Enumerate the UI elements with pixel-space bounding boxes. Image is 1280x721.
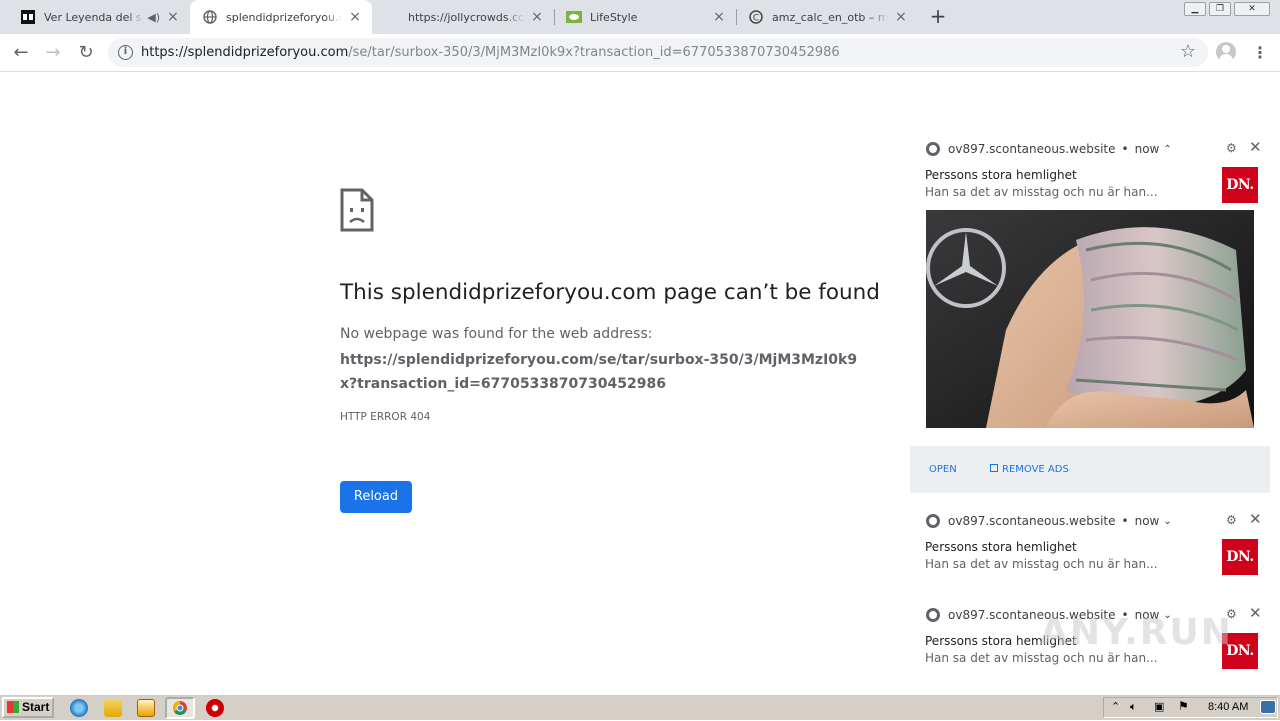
remove-ads-label: REMOVE ADS	[1002, 464, 1069, 475]
tab-ver-leyenda[interactable]: Ver Leyenda del sub ◀︎) ×	[8, 0, 190, 34]
tab-lifestyle[interactable]: LifeStyle ×	[554, 0, 736, 34]
chevron-up-icon[interactable]: ⌃	[1163, 144, 1171, 155]
svg-text:C: C	[753, 14, 759, 24]
notification-origin: ov897.scontaneous.website	[948, 142, 1116, 156]
notification-body: Han sa det av misstag och nu är han...	[925, 557, 1158, 571]
notification-source: ov897.scontaneous.website • now ⌄	[926, 514, 1172, 528]
close-icon[interactable]: ×	[894, 10, 908, 24]
clock[interactable]: 8:40 AM	[1208, 701, 1248, 713]
remove-ads-button[interactable]: REMOVE ADS	[990, 464, 1069, 475]
close-icon[interactable]: ✕	[1249, 138, 1262, 156]
dn-logo: DN.	[1222, 167, 1258, 203]
notification-origin: ov897.scontaneous.website	[948, 514, 1116, 528]
start-label: Start	[22, 700, 50, 714]
tab-splendidprizeforyou[interactable]: splendidprizeforyou.com ×	[190, 0, 372, 34]
chevron-down-icon[interactable]: ⌄	[1163, 516, 1171, 527]
system-tray: ⌃ 🔈︎ ▣ ⚑	[1103, 697, 1278, 718]
info-icon[interactable]: i	[118, 45, 133, 60]
notification-title: Perssons stora hemlighet	[925, 540, 1077, 554]
show-desktop-icon[interactable]	[1260, 700, 1276, 714]
new-tab-button[interactable]: +	[928, 6, 948, 26]
notification-body: Han sa det av misstag och nu är han...	[925, 651, 1158, 665]
volume-icon[interactable]: 🔈︎	[1130, 700, 1137, 714]
url-path: /se/tar/surbox-350/3/MjM3MzI0k9x?transac…	[348, 45, 840, 60]
forward-button[interactable]: →	[42, 42, 64, 64]
url-text[interactable]: https://splendidprizeforyou.com/se/tar/s…	[141, 45, 840, 60]
tab-title: https://jollycrowds.com/	[408, 10, 524, 24]
network-icon[interactable]: ▣	[1154, 700, 1164, 713]
notification-body: Han sa det av misstag och nu är han...	[925, 185, 1158, 199]
error-url: https://splendidprizeforyou.com/se/tar/s…	[340, 352, 858, 392]
action-center-flag-icon[interactable]: ⚑	[1178, 699, 1189, 713]
checkbox-icon	[990, 464, 998, 472]
gear-icon[interactable]: ⚙	[1226, 513, 1237, 527]
notification-source: ov897.scontaneous.website • now ⌃	[926, 142, 1172, 156]
chrome-icon	[926, 142, 940, 156]
tab-amz-calc[interactable]: C amz_calc_en_otb – mysi ×	[736, 0, 918, 34]
chrome-taskbar-button[interactable]	[165, 697, 195, 719]
close-icon[interactable]: ×	[348, 10, 362, 24]
window-close-button[interactable]: ✕	[1234, 2, 1270, 16]
reload-button[interactable]: Reload	[340, 481, 412, 513]
leaf-icon	[566, 9, 582, 25]
tab-title: splendidprizeforyou.com	[226, 10, 342, 24]
windows-flag-icon	[7, 701, 19, 713]
close-icon[interactable]: ✕	[1249, 510, 1262, 528]
error-title: This splendidprizeforyou.com page can’t …	[340, 280, 880, 305]
media-player-icon[interactable]	[137, 699, 155, 717]
close-icon[interactable]: ×	[712, 10, 726, 24]
tab-jollycrowds[interactable]: https://jollycrowds.com/ ×	[372, 0, 554, 34]
bookmark-star-icon[interactable]: ☆	[1180, 41, 1196, 62]
film-icon	[20, 9, 36, 25]
notification-actions: OPEN REMOVE ADS	[910, 446, 1270, 493]
chrome-icon	[926, 514, 940, 528]
minimize-button[interactable]: ▁	[1184, 2, 1206, 16]
notification-time: now	[1134, 142, 1160, 156]
close-icon[interactable]: ×	[166, 10, 180, 24]
reload-icon[interactable]: ↻	[75, 42, 97, 64]
error-code: HTTP ERROR 404	[340, 411, 431, 423]
tab-title: LifeStyle	[590, 10, 638, 24]
separator-dot: •	[1121, 514, 1129, 528]
separator-dot: •	[1121, 142, 1129, 156]
gear-icon[interactable]: ⚙	[1226, 141, 1237, 155]
notification-card[interactable]: ov897.scontaneous.website • now ⌃ ⚙ ✕ Pe…	[910, 132, 1270, 446]
opera-icon[interactable]	[206, 699, 224, 717]
tab-title: amz_calc_en_otb – mysi	[772, 10, 888, 24]
browser-toolbar: ← → ↻ i https://splendidprizeforyou.com/…	[0, 34, 1280, 72]
tab-title: Ver Leyenda del sub	[44, 10, 143, 24]
sad-document-icon	[340, 188, 374, 236]
globe-icon	[202, 9, 218, 25]
speaker-icon: ◀︎)	[147, 10, 160, 24]
chevron-up-icon[interactable]: ⌃	[1111, 700, 1120, 713]
close-icon[interactable]: ×	[530, 10, 544, 24]
chrome-icon	[173, 701, 187, 715]
error-description: No webpage was found for the web address…	[340, 326, 653, 342]
start-button[interactable]: Start	[2, 697, 54, 718]
chrome-icon	[926, 608, 940, 622]
windows-taskbar: Start ⌃ 🔈︎ ▣ ⚑ 8:40 AM	[0, 694, 1280, 720]
folder-icon[interactable]	[104, 699, 122, 717]
notification-title: Perssons stora hemlighet	[925, 168, 1077, 182]
internet-explorer-icon[interactable]	[70, 699, 88, 717]
open-button[interactable]: OPEN	[929, 464, 957, 475]
tab-strip: Ver Leyenda del sub ◀︎) × splendidprizef…	[0, 0, 1280, 34]
restore-button[interactable]: ❐	[1209, 2, 1231, 16]
notification-image	[926, 210, 1254, 428]
close-icon[interactable]: ✕	[1249, 604, 1262, 622]
notification-card[interactable]: ov897.scontaneous.website • now ⌄ ⚙ ✕ Pe…	[910, 504, 1270, 588]
url-host: https://splendidprizeforyou.com	[141, 45, 349, 60]
back-button[interactable]: ←	[10, 42, 32, 64]
dn-logo: DN.	[1222, 539, 1258, 575]
c-logo-icon: C	[748, 9, 764, 25]
address-bar[interactable]: i https://splendidprizeforyou.com/se/tar…	[108, 38, 1208, 67]
notification-time: now	[1134, 514, 1160, 528]
anyrun-watermark: ANY.RUN	[1040, 612, 1233, 653]
menu-kebab-icon[interactable]: ⋮	[1252, 42, 1268, 64]
blank-page-icon	[384, 9, 400, 25]
profile-avatar-icon[interactable]	[1216, 42, 1236, 62]
